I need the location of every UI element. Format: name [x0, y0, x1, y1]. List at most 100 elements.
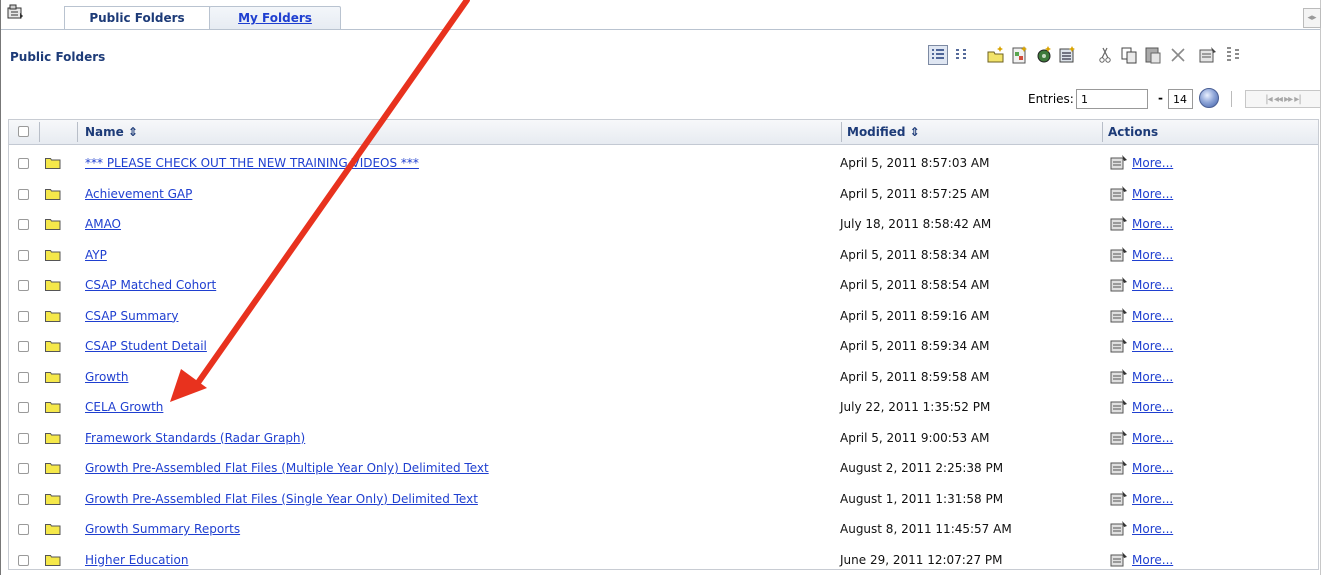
- properties-icon[interactable]: [1110, 521, 1128, 536]
- row-checkbox[interactable]: [18, 158, 29, 169]
- row-checkbox[interactable]: [18, 463, 29, 474]
- tab-public-folders[interactable]: Public Folders: [64, 6, 210, 30]
- folder-name-link[interactable]: Higher Education: [85, 553, 188, 567]
- properties-icon[interactable]: [1110, 155, 1128, 170]
- more-actions-link[interactable]: More...: [1132, 248, 1173, 262]
- tab-my-folders[interactable]: My Folders: [209, 6, 341, 30]
- table-row[interactable]: AMAO July 18, 2011 8:58:42 AM More...: [9, 209, 1318, 239]
- more-actions-link[interactable]: More...: [1132, 461, 1173, 475]
- folder-name-link[interactable]: Growth Pre-Assembled Flat Files (Multipl…: [85, 461, 489, 475]
- more-actions-link[interactable]: More...: [1132, 400, 1173, 414]
- more-actions-link[interactable]: More...: [1132, 278, 1173, 292]
- new-page-icon[interactable]: [1010, 45, 1030, 65]
- properties-icon[interactable]: [1110, 307, 1128, 323]
- row-checkbox[interactable]: [18, 341, 29, 352]
- properties-icon[interactable]: [1110, 551, 1128, 567]
- tab-my-folders-label[interactable]: My Folders: [238, 11, 312, 25]
- column-header-modified[interactable]: Modified ⇕: [847, 125, 920, 139]
- column-header-name[interactable]: Name ⇕: [85, 125, 138, 139]
- row-checkbox[interactable]: [18, 188, 29, 200]
- properties-icon[interactable]: [1110, 460, 1128, 475]
- new-folder-icon[interactable]: [986, 45, 1006, 65]
- table-row[interactable]: Achievement GAP April 5, 2011 8:57:25 AM M…: [9, 179, 1318, 209]
- paste-icon[interactable]: [1143, 45, 1163, 65]
- folder-name-link[interactable]: CSAP Student Detail: [85, 339, 207, 353]
- folder-name-link[interactable]: AYP: [85, 248, 107, 262]
- table-row[interactable]: Growth April 5, 2011 8:59:58 AM More...: [9, 362, 1318, 392]
- properties-icon[interactable]: [1110, 185, 1128, 201]
- more-actions-link[interactable]: More...: [1132, 553, 1173, 567]
- modified-date: June 29, 2011 12:07:27 PM: [840, 552, 1003, 567]
- folder-name-link[interactable]: Growth: [85, 370, 128, 384]
- properties-icon[interactable]: [1110, 399, 1128, 414]
- table-row[interactable]: CSAP Matched Cohort April 5, 2011 8:58:54…: [9, 270, 1318, 300]
- more-actions-link[interactable]: More...: [1132, 370, 1173, 384]
- row-checkbox[interactable]: [18, 371, 29, 383]
- folder-icon: [45, 463, 61, 474]
- more-actions-link[interactable]: More...: [1132, 431, 1173, 445]
- folder-name-link[interactable]: Framework Standards (Radar Graph): [85, 431, 305, 445]
- delete-icon[interactable]: [1168, 45, 1188, 65]
- row-checkbox[interactable]: [18, 310, 29, 322]
- properties-icon[interactable]: [1110, 429, 1128, 445]
- folder-icon: [45, 524, 61, 535]
- row-checkbox[interactable]: [18, 280, 29, 291]
- more-actions-link[interactable]: More...: [1132, 156, 1173, 170]
- more-actions-link[interactable]: More...: [1132, 309, 1173, 323]
- new-job-icon[interactable]: [1034, 45, 1054, 65]
- table-row[interactable]: CSAP Student Detail April 5, 2011 8:59:34…: [9, 331, 1318, 361]
- copy-icon[interactable]: [1119, 45, 1139, 65]
- folder-name-link[interactable]: CSAP Summary: [85, 309, 178, 323]
- row-checkbox[interactable]: [18, 432, 29, 444]
- pager-separator: [1231, 91, 1232, 107]
- modified-date: August 1, 2011 1:31:58 PM: [840, 491, 1004, 506]
- properties-icon[interactable]: [1110, 338, 1128, 353]
- row-checkbox[interactable]: [18, 493, 29, 505]
- set-properties-icon[interactable]: [1198, 45, 1218, 65]
- row-checkbox[interactable]: [18, 524, 29, 535]
- folder-name-link[interactable]: CELA Growth: [85, 400, 163, 414]
- row-checkbox[interactable]: [18, 554, 29, 566]
- properties-icon[interactable]: [1110, 277, 1128, 292]
- folder-name-link[interactable]: AMAO: [85, 217, 121, 231]
- details-view-icon[interactable]: [953, 45, 973, 65]
- folder-name-link[interactable]: Growth Pre-Assembled Flat Files (Single …: [85, 492, 478, 506]
- table-row[interactable]: Growth Pre-Assembled Flat Files (Multipl…: [9, 453, 1318, 483]
- public-folders-root-icon[interactable]: [7, 4, 25, 22]
- folder-icon: [45, 402, 61, 413]
- folder-name-link[interactable]: Growth Summary Reports: [85, 522, 240, 536]
- properties-icon[interactable]: [1110, 246, 1128, 262]
- order-icon[interactable]: [1223, 45, 1243, 65]
- entries-to-input[interactable]: [1168, 89, 1193, 109]
- entries-from-input[interactable]: [1076, 89, 1148, 109]
- properties-icon[interactable]: [1110, 216, 1128, 231]
- more-actions-link[interactable]: More...: [1132, 217, 1173, 231]
- table-row[interactable]: Framework Standards (Radar Graph) April 5…: [9, 423, 1318, 453]
- new-url-icon[interactable]: [1058, 45, 1078, 65]
- table-row[interactable]: CSAP Summary April 5, 2011 8:59:16 AM More…: [9, 301, 1318, 331]
- row-checkbox[interactable]: [18, 219, 29, 230]
- folder-name-link[interactable]: *** PLEASE CHECK OUT THE NEW TRAINING VI…: [85, 156, 419, 170]
- table-row[interactable]: Growth Pre-Assembled Flat Files (Single …: [9, 484, 1318, 514]
- go-button[interactable]: [1199, 88, 1219, 108]
- folder-name-link[interactable]: CSAP Matched Cohort: [85, 278, 216, 292]
- tab-scroll-arrows[interactable]: ◂▸: [1303, 8, 1321, 28]
- table-row[interactable]: AYP April 5, 2011 8:58:34 AM More...: [9, 240, 1318, 270]
- list-view-icon[interactable]: [928, 45, 948, 65]
- row-checkbox[interactable]: [18, 402, 29, 413]
- pager-buttons[interactable]: |◂ ◂◂ ▸▸ ▸|: [1245, 90, 1321, 108]
- cut-icon[interactable]: [1095, 45, 1115, 65]
- more-actions-link[interactable]: More...: [1132, 492, 1173, 506]
- table-row[interactable]: CELA Growth July 22, 2011 1:35:52 PM More.…: [9, 392, 1318, 422]
- properties-icon[interactable]: [1110, 490, 1128, 506]
- more-actions-link[interactable]: More...: [1132, 339, 1173, 353]
- more-actions-link[interactable]: More...: [1132, 522, 1173, 536]
- folder-name-link[interactable]: Achievement GAP: [85, 187, 192, 201]
- table-row[interactable]: Growth Summary Reports August 8, 2011 11:…: [9, 514, 1318, 544]
- table-row[interactable]: Higher Education June 29, 2011 12:07:27 P…: [9, 545, 1318, 575]
- table-row[interactable]: *** PLEASE CHECK OUT THE NEW TRAINING VI…: [9, 148, 1318, 178]
- row-checkbox[interactable]: [18, 249, 29, 261]
- select-all-checkbox[interactable]: [18, 126, 29, 137]
- properties-icon[interactable]: [1110, 368, 1128, 384]
- more-actions-link[interactable]: More...: [1132, 187, 1173, 201]
